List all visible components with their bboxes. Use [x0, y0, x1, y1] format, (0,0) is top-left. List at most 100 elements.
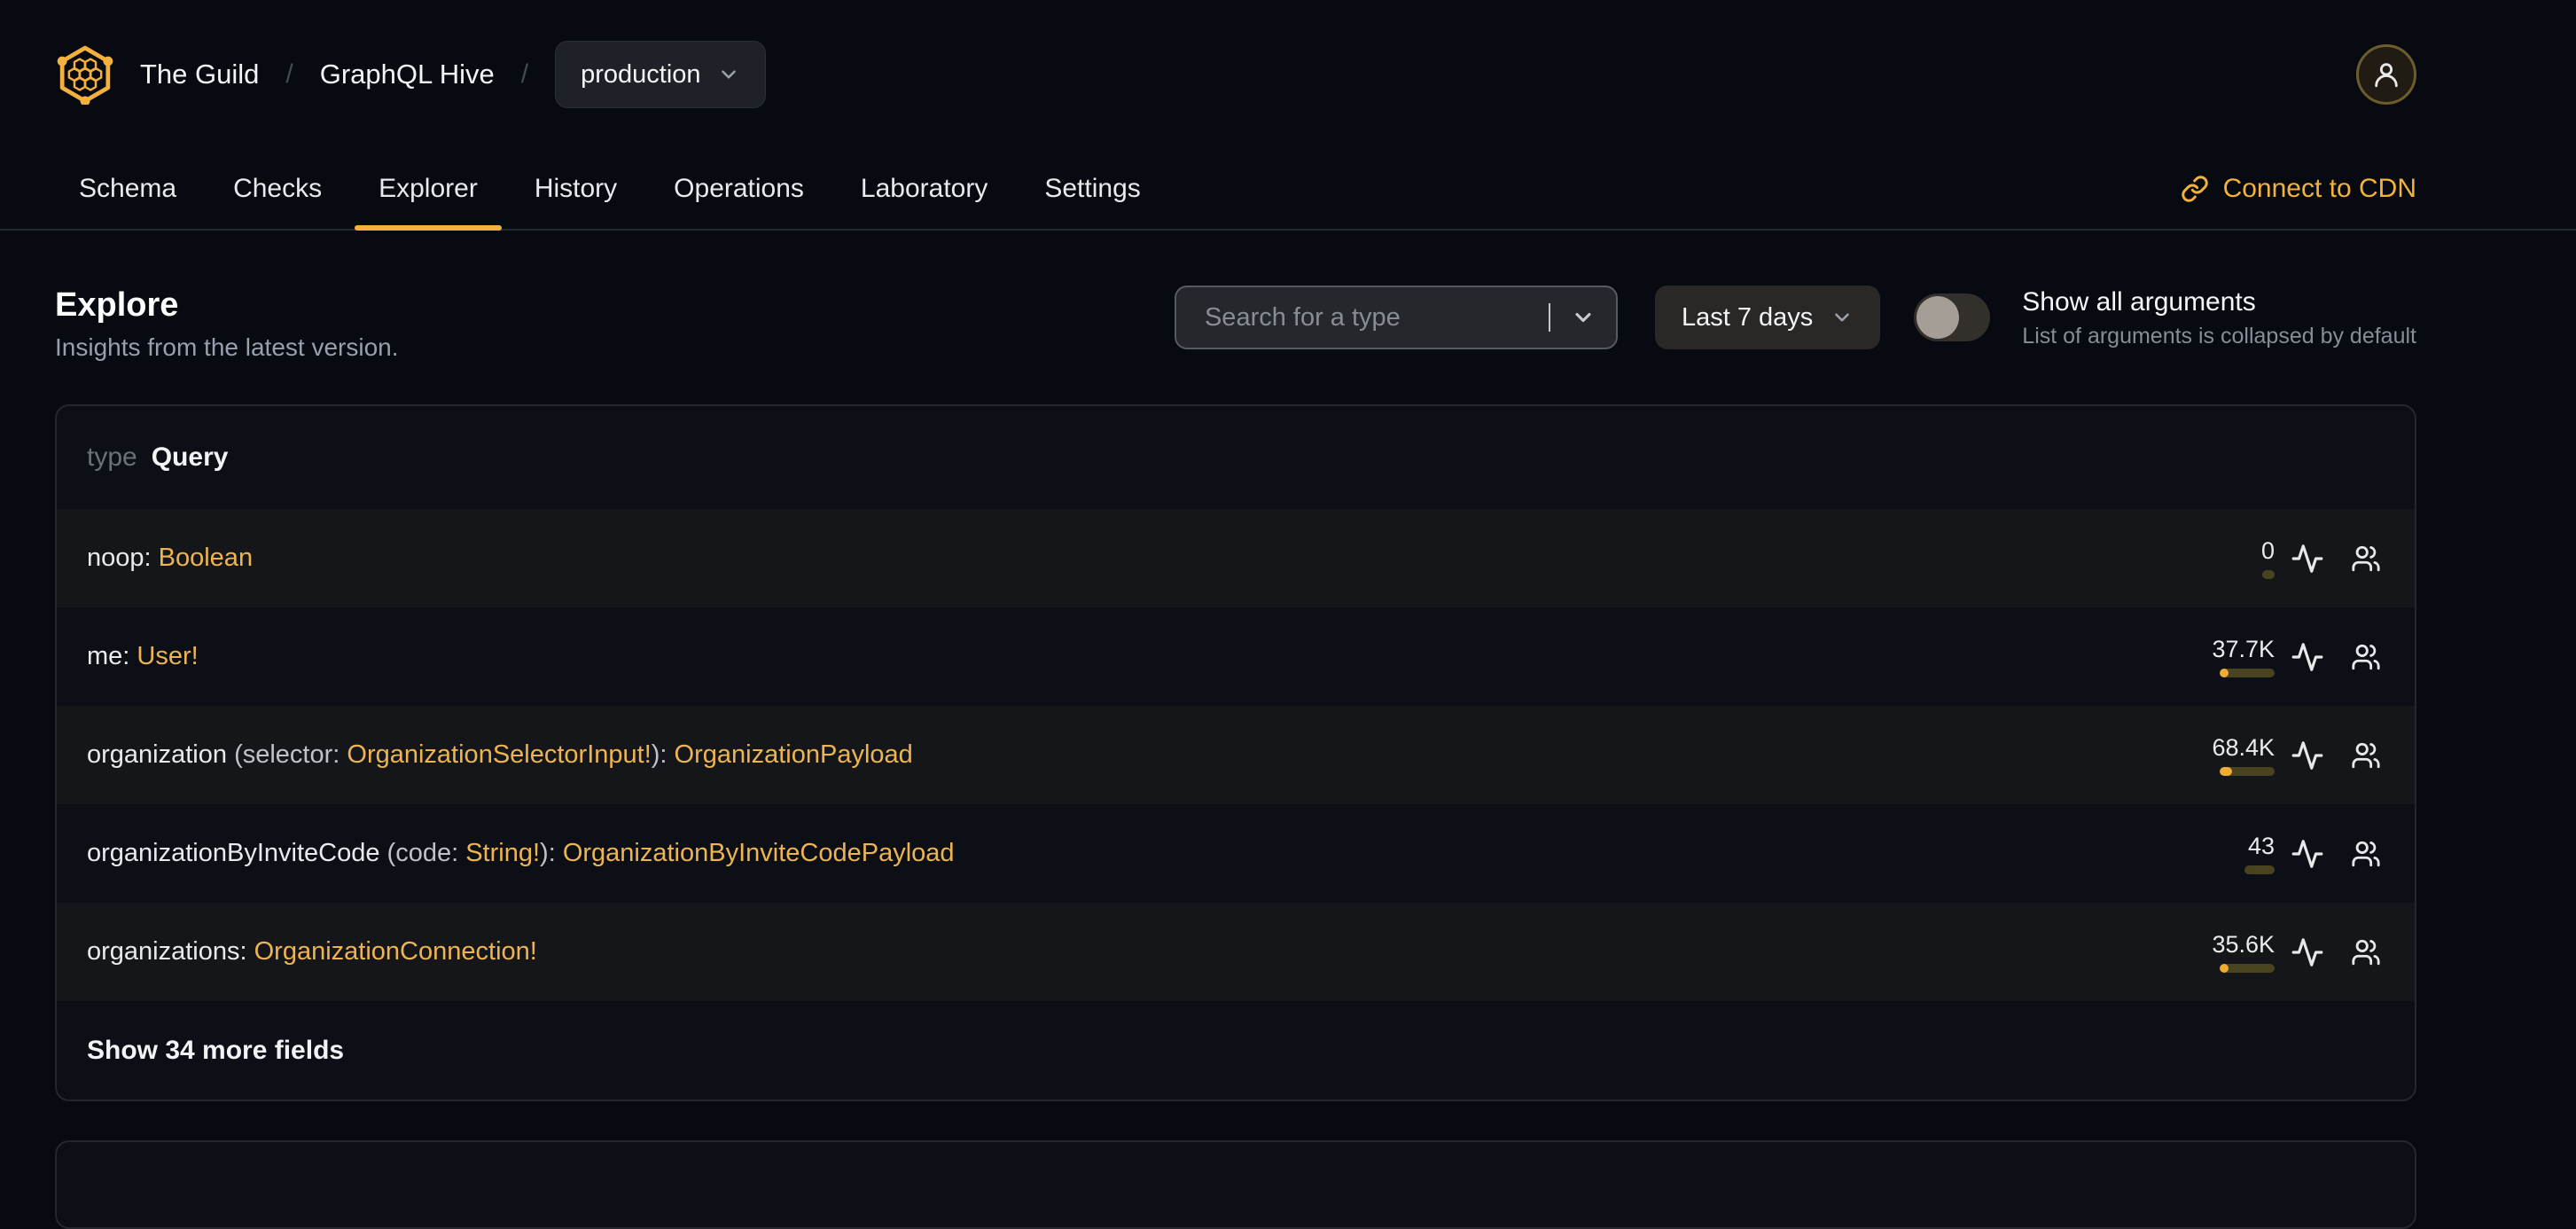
- activity-icon: [2291, 839, 2323, 868]
- tab-explorer[interactable]: Explorer: [355, 149, 502, 231]
- page-heading: Explore Insights from the latest version…: [55, 286, 399, 362]
- show-more-fields-button[interactable]: Show 34 more fields: [57, 1001, 2415, 1100]
- field-activity-button[interactable]: [2289, 542, 2326, 575]
- page-subtitle: Insights from the latest version.: [55, 333, 399, 361]
- explorer-controls: Last 7 days Show all arguments List of a…: [1174, 286, 2416, 349]
- usage-bar: [2220, 669, 2275, 677]
- field-stats-block: 43: [2204, 833, 2385, 874]
- activity-icon: [2291, 544, 2323, 573]
- tab-operations[interactable]: Operations: [650, 149, 828, 229]
- field-row: me: User! 37.7K: [57, 607, 2415, 706]
- type-link[interactable]: OrganizationSelectorInput!: [347, 740, 651, 769]
- field-text: ):: [540, 839, 563, 867]
- field-signature: organizationByInviteCode (code: String!)…: [87, 839, 955, 868]
- user-avatar[interactable]: [2356, 44, 2416, 105]
- usage-bar: [2244, 865, 2275, 874]
- next-type-card: [55, 1140, 2416, 1229]
- usage-bar-highlight: [2220, 669, 2229, 677]
- field-usage-stats: 37.7K: [2204, 636, 2275, 677]
- field-signature: noop: Boolean: [87, 544, 253, 573]
- type-card-query: type Query noop: Boolean 0 me: User! 37.…: [55, 404, 2416, 1101]
- field-activity-button[interactable]: [2289, 640, 2326, 674]
- field-stats-block: 68.4K: [2204, 734, 2385, 776]
- field-activity-button[interactable]: [2289, 935, 2326, 969]
- usage-bar: [2262, 570, 2275, 579]
- chevron-down-icon: [721, 70, 736, 79]
- type-link[interactable]: OrganizationConnection!: [254, 937, 537, 966]
- usage-bar: [2220, 964, 2275, 973]
- date-range-value: Last 7 days: [1681, 302, 1814, 332]
- field-activity-button[interactable]: [2289, 837, 2326, 871]
- field-text: ):: [651, 740, 675, 769]
- activity-icon: [2291, 642, 2323, 671]
- breadcrumb-separator: /: [285, 59, 293, 89]
- field-users-button[interactable]: [2347, 740, 2385, 771]
- type-card-header: type Query: [57, 406, 2415, 509]
- connect-to-cdn-label: Connect to CDN: [2222, 174, 2416, 203]
- users-icon: [2352, 939, 2380, 965]
- primary-nav: Schema Checks Explorer History Operations Lab…: [0, 149, 2576, 231]
- breadcrumb: The Guild / GraphQL Hive / production: [55, 41, 766, 108]
- usage-bar-highlight: [2220, 767, 2232, 776]
- breadcrumb-project[interactable]: GraphQL Hive: [320, 59, 495, 90]
- field-usage-stats: 43: [2204, 833, 2275, 874]
- field-usage-stats: 35.6K: [2204, 931, 2275, 973]
- field-rows: noop: Boolean 0 me: User! 37.7K organiza…: [57, 509, 2415, 1001]
- type-link[interactable]: OrganizationByInviteCodePayload: [563, 839, 955, 867]
- field-usage-stats: 68.4K: [2204, 734, 2275, 776]
- field-usage-stats: 0: [2204, 537, 2275, 579]
- usage-bar: [2220, 767, 2275, 776]
- chevron-down-icon: [1575, 312, 1591, 323]
- tab-settings[interactable]: Settings: [1020, 149, 1164, 229]
- page-title: Explore: [55, 286, 179, 324]
- field-text: (selector:: [234, 740, 347, 769]
- field-signature: organization (selector: OrganizationSele…: [87, 740, 913, 770]
- tab-history[interactable]: History: [511, 149, 641, 229]
- show-all-arguments-toggle[interactable]: [1914, 294, 1991, 341]
- field-text: organizations:: [87, 937, 254, 966]
- nav-tabs: Schema Checks Explorer History Operations Lab…: [55, 149, 1165, 231]
- field-row: organizationByInviteCode (code: String!)…: [57, 804, 2415, 903]
- toggle-knob: [1916, 296, 1960, 339]
- field-row: organization (selector: OrganizationSele…: [57, 706, 2415, 804]
- type-link[interactable]: User!: [137, 642, 198, 670]
- tab-checks[interactable]: Checks: [209, 149, 346, 229]
- field-text: (code:: [386, 839, 466, 867]
- field-text: noop:: [87, 544, 159, 572]
- field-users-button[interactable]: [2347, 937, 2385, 967]
- type-link[interactable]: OrganizationPayload: [675, 740, 913, 769]
- field-users-button[interactable]: [2347, 839, 2385, 869]
- field-users-button[interactable]: [2347, 642, 2385, 672]
- toggle-description: List of arguments is collapsed by defaul…: [2022, 324, 2416, 348]
- type-link[interactable]: Boolean: [159, 544, 253, 572]
- type-name[interactable]: Query: [152, 442, 229, 473]
- link-icon: [2181, 176, 2208, 202]
- usage-bar-highlight: [2220, 964, 2229, 973]
- date-range-button[interactable]: Last 7 days: [1654, 286, 1881, 349]
- combobox-open-button[interactable]: [1550, 305, 1616, 330]
- connect-to-cdn-button[interactable]: Connect to CDN: [2181, 174, 2416, 204]
- type-search-input[interactable]: [1175, 302, 1549, 333]
- activity-icon: [2291, 937, 2323, 967]
- chevron-down-icon: [1835, 313, 1850, 322]
- field-stats-block: 37.7K: [2204, 636, 2385, 677]
- breadcrumb-organization[interactable]: The Guild: [140, 59, 259, 90]
- field-text: me:: [87, 642, 137, 670]
- field-activity-button[interactable]: [2289, 739, 2326, 772]
- request-count: 35.6K: [2212, 931, 2275, 958]
- type-kind-label: type: [87, 442, 137, 472]
- field-stats-block: 0: [2204, 537, 2385, 579]
- type-link[interactable]: String!: [465, 839, 540, 867]
- user-icon: [2375, 63, 2398, 88]
- target-selector-button[interactable]: production: [555, 41, 766, 108]
- activity-icon: [2291, 740, 2323, 770]
- type-search-combobox: [1174, 286, 1618, 349]
- request-count: 0: [2260, 537, 2275, 564]
- tab-laboratory[interactable]: Laboratory: [837, 149, 1011, 229]
- field-row: noop: Boolean 0: [57, 509, 2415, 607]
- field-users-button[interactable]: [2347, 544, 2385, 574]
- hive-logo-icon[interactable]: [55, 44, 115, 105]
- toggle-labels: Show all arguments List of arguments is …: [2022, 286, 2416, 348]
- field-text: organization: [87, 740, 235, 769]
- tab-schema[interactable]: Schema: [55, 149, 200, 229]
